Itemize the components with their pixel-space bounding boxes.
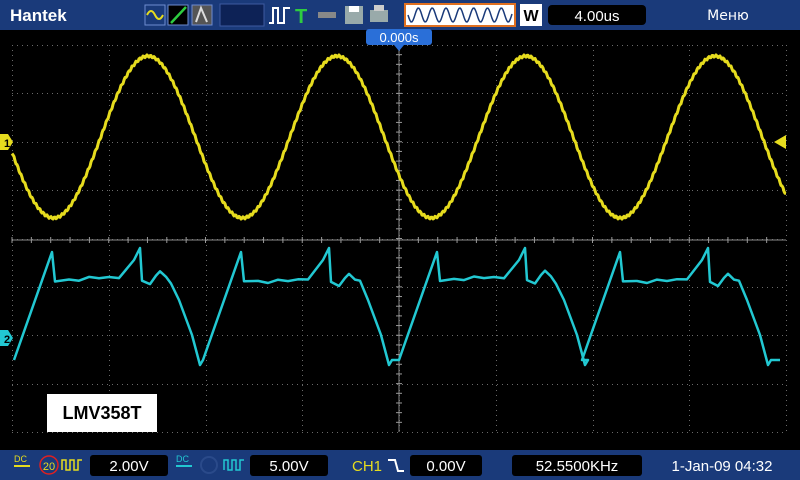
- ch1-scale: 2.00V: [109, 458, 148, 475]
- trigger-level: 0.00V: [426, 458, 465, 475]
- ch2-marker-label: 2: [4, 334, 10, 346]
- brand-label: Hantek: [10, 6, 67, 25]
- menu-button[interactable]: Меню: [707, 8, 749, 24]
- trigger-icon[interactable]: T: [295, 6, 307, 28]
- wave-icon[interactable]: [144, 4, 166, 26]
- waveform-mode-letter: W: [523, 8, 539, 25]
- frequency-readout: 52.5500KHz: [536, 458, 619, 475]
- ch1-marker-label: 1: [4, 138, 10, 150]
- trigger-source[interactable]: CH1: [352, 458, 382, 475]
- datetime: 1-Jan-09 04:32: [672, 458, 773, 475]
- save-icon[interactable]: [345, 6, 363, 24]
- trigger-position-readout: 0.000s: [379, 30, 419, 45]
- cursor-icon[interactable]: [191, 4, 213, 26]
- ch1-bw-limit: 20: [43, 461, 55, 473]
- overlay-label: LMV358T: [62, 403, 141, 423]
- status-box: [219, 3, 265, 27]
- ch1-coupling: DC: [14, 454, 27, 464]
- top-bar: [0, 0, 800, 30]
- ch2-coupling-bar: [176, 465, 192, 467]
- ramp-icon[interactable]: [167, 4, 189, 26]
- timebase-readout: 4.00us: [574, 8, 619, 25]
- ch2-coupling: DC: [176, 454, 189, 464]
- probe-icon[interactable]: [318, 12, 336, 18]
- ch2-scale: 5.00V: [269, 458, 308, 475]
- memory-window-indicator[interactable]: [404, 3, 516, 27]
- ch1-coupling-bar: [14, 465, 30, 467]
